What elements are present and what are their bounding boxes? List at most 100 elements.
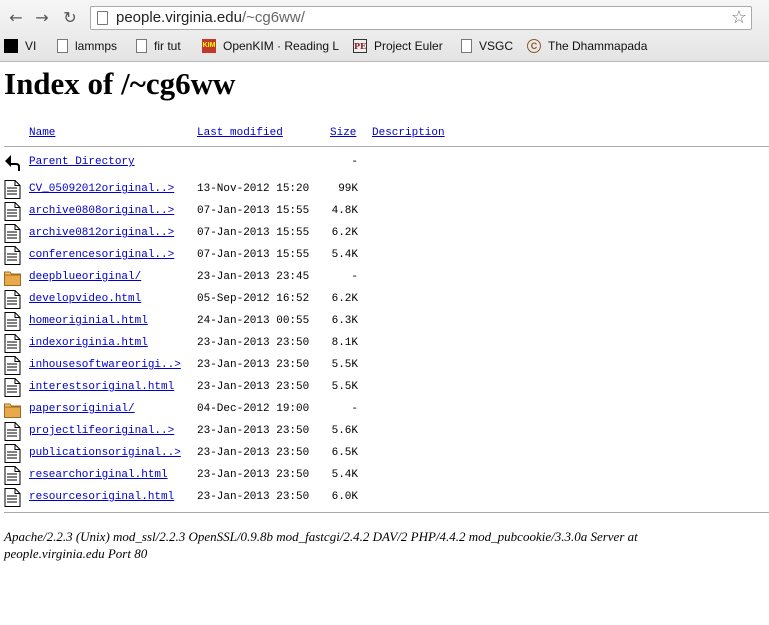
size-cell: - — [351, 403, 358, 415]
file-link[interactable]: deepblueoriginal/ — [29, 271, 141, 283]
file-icon[interactable] — [4, 422, 21, 441]
file-link[interactable]: interestsoriginal.html — [29, 381, 174, 393]
url-path: /~cg6ww/ — [241, 9, 305, 26]
bookmark-dhammapada[interactable]: C The Dhammapada — [527, 36, 647, 56]
table-row: researchoriginal.html 23-Jan-2013 23:50 5.… — [4, 466, 769, 486]
file-link[interactable]: Parent Directory — [29, 156, 135, 168]
last-modified-cell: 23-Jan-2013 23:50 — [197, 491, 310, 503]
file-icon[interactable] — [4, 246, 21, 265]
file-link[interactable]: indexoriginia.html — [29, 337, 148, 349]
file-icon[interactable] — [4, 312, 21, 331]
file-link[interactable]: CV_05092012original..> — [29, 183, 174, 195]
reload-button[interactable]: ↻ — [59, 6, 81, 28]
file-link[interactable]: developvideo.html — [29, 293, 141, 305]
back-button[interactable]: ← — [5, 6, 27, 28]
project-euler-icon: PE — [353, 39, 367, 53]
table-row: deepblueoriginal/23-Jan-2013 23:45 - — [4, 268, 769, 288]
last-modified-cell: 23-Jan-2013 23:50 — [197, 359, 310, 371]
server-signature: Apache/2.2.3 (Unix) mod_ssl/2.2.3 OpenSS… — [4, 528, 704, 562]
page-icon — [461, 39, 472, 53]
size-cell: - — [351, 156, 358, 168]
back-arrow-icon[interactable] — [4, 153, 21, 172]
table-row: resourcesoriginal.html 23-Jan-2013 23:50 6… — [4, 488, 769, 508]
address-bar[interactable]: people.virginia.edu/~cg6ww/ ☆ — [90, 6, 752, 30]
table-row: conferencesoriginal..> 07-Jan-2013 15:55 5… — [4, 246, 769, 266]
file-icon[interactable] — [4, 378, 21, 397]
black-square-icon — [4, 39, 18, 53]
size-cell: 5.5K — [331, 381, 358, 393]
table-row: homeoriginial.html 24-Jan-2013 00:55 6.3K — [4, 312, 769, 332]
file-link[interactable]: homeoriginial.html — [29, 315, 148, 327]
table-row: archive0808original..> 07-Jan-2013 15:55 4… — [4, 202, 769, 222]
file-icon[interactable] — [4, 444, 21, 463]
column-description-link[interactable]: Description — [372, 127, 445, 139]
column-size-link[interactable]: Size — [330, 127, 356, 139]
file-icon[interactable] — [4, 290, 21, 309]
size-cell: 8.1K — [331, 337, 358, 349]
size-cell: 6.0K — [331, 491, 358, 503]
size-cell: 5.4K — [331, 469, 358, 481]
bookmark-lammps[interactable]: lammps — [56, 36, 117, 56]
listing-header: Name Last modified Size Description — [4, 127, 769, 141]
bookmark-label: lammps — [75, 39, 118, 53]
bookmark-project-euler[interactable]: PE Project Euler — [353, 36, 443, 56]
file-link[interactable]: archive0812original..> — [29, 227, 174, 239]
bookmark-label: OpenKIM · Reading L — [223, 39, 340, 53]
openkim-icon: KIM — [202, 39, 216, 53]
file-icon[interactable] — [4, 356, 21, 375]
table-row: CV_05092012original..> 13-Nov-2012 15:20 9… — [4, 180, 769, 200]
size-cell: 6.2K — [331, 227, 358, 239]
table-row: publicationsoriginal..> 23-Jan-2013 23:50… — [4, 444, 769, 464]
file-icon[interactable] — [4, 488, 21, 507]
forward-button[interactable]: → — [31, 6, 53, 28]
file-link[interactable]: researchoriginal.html — [29, 469, 168, 481]
url-text[interactable]: people.virginia.edu/~cg6ww/ — [116, 9, 305, 26]
bookmark-label: Project Euler — [374, 39, 443, 53]
bookmark-vi[interactable]: VI — [4, 36, 36, 56]
page-icon — [57, 39, 68, 53]
bookmarks-bar: VI lammps fir tut KIM OpenKIM · Reading L… — [0, 36, 769, 56]
bookmark-fir-tut[interactable]: fir tut — [135, 36, 181, 56]
divider — [4, 146, 769, 147]
table-row: indexoriginia.html 23-Jan-2013 23:50 8.1K — [4, 334, 769, 354]
file-icon[interactable] — [4, 334, 21, 353]
size-cell: 5.6K — [331, 425, 358, 437]
bookmark-vsgc[interactable]: VSGC — [460, 36, 513, 56]
back-arrow-icon: ← — [9, 7, 23, 27]
parent-directory-row: Parent Directory - — [4, 153, 769, 173]
file-link[interactable]: papersoriginial/ — [29, 403, 135, 415]
page-title: Index of /~cg6ww — [4, 66, 236, 101]
server-signature-line: Apache/2.2.3 (Unix) mod_ssl/2.2.3 OpenSS… — [4, 529, 638, 544]
forward-arrow-icon: → — [35, 7, 49, 27]
last-modified-cell: 07-Jan-2013 15:55 — [197, 249, 310, 261]
bookmark-openkim[interactable]: KIM OpenKIM · Reading L — [202, 36, 339, 56]
column-name-link[interactable]: Name — [29, 127, 55, 139]
file-link[interactable]: conferencesoriginal..> — [29, 249, 174, 261]
file-link[interactable]: inhousesoftwareorigi..> — [29, 359, 181, 371]
file-icon[interactable] — [4, 224, 21, 243]
file-icon[interactable] — [4, 466, 21, 485]
folder-icon[interactable] — [4, 400, 21, 419]
last-modified-cell: 23-Jan-2013 23:50 — [197, 469, 310, 481]
file-link[interactable]: projectlifeoriginal..> — [29, 425, 174, 437]
reload-icon: ↻ — [63, 7, 77, 27]
bookmark-label: VSGC — [479, 39, 514, 53]
size-cell: 6.3K — [331, 315, 358, 327]
last-modified-cell: 24-Jan-2013 00:55 — [197, 315, 310, 327]
last-modified-cell: 23-Jan-2013 23:50 — [197, 447, 310, 459]
file-link[interactable]: publicationsoriginal..> — [29, 447, 181, 459]
file-link[interactable]: archive0808original..> — [29, 205, 174, 217]
size-cell: 99K — [338, 183, 358, 195]
size-cell: - — [351, 271, 358, 283]
bookmark-star-icon[interactable]: ☆ — [731, 7, 747, 28]
file-icon[interactable] — [4, 180, 21, 199]
file-icon[interactable] — [4, 202, 21, 221]
column-last-modified-link[interactable]: Last modified — [197, 127, 283, 139]
table-row: inhousesoftwareorigi..> 23-Jan-2013 23:50… — [4, 356, 769, 376]
folder-icon[interactable] — [4, 268, 21, 287]
table-row: papersoriginial/04-Dec-2012 19:00 - — [4, 400, 769, 420]
last-modified-cell: 23-Jan-2013 23:45 — [197, 271, 310, 283]
page-icon — [97, 11, 108, 25]
size-cell: 4.8K — [331, 205, 358, 217]
file-link[interactable]: resourcesoriginal.html — [29, 491, 174, 503]
